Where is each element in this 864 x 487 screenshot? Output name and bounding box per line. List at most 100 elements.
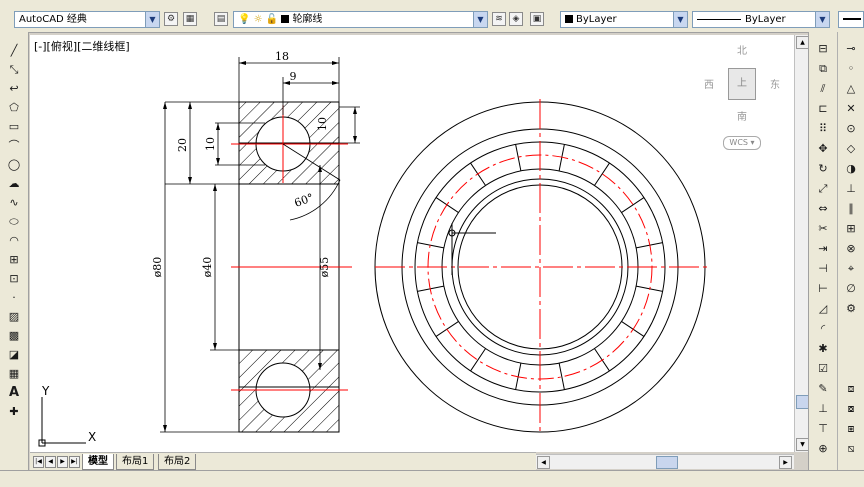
layer-dropdown[interactable]: 💡 ☼ 🔓 轮廓线 ▼ [233, 11, 488, 28]
roller-tick [621, 197, 645, 213]
linetype-value: ByLayer [745, 14, 786, 25]
chamfer-icon[interactable]: ◿ [814, 300, 832, 318]
bring-above-icon[interactable]: ⧆ [842, 420, 860, 438]
object-snap-icon[interactable]: ⊸ [842, 40, 860, 58]
snap-midpoint-icon[interactable]: △ [842, 80, 860, 98]
snap-none-icon[interactable]: ∅ [842, 280, 860, 298]
ellipse-icon[interactable]: ⬭ [5, 213, 23, 231]
dim-radius-icon[interactable]: ⊕ [814, 440, 832, 458]
drawing-canvas[interactable]: 18 9 20 10 10 60° ø80 ø40 ø55 Y X [30, 35, 794, 452]
add-selected-icon[interactable]: ✚ [5, 403, 23, 421]
dim-linear-icon[interactable]: ⊥ [814, 400, 832, 418]
polygon-icon[interactable]: ⬠ [5, 99, 23, 117]
viewcube-east[interactable]: 东 [770, 76, 780, 91]
stretch-icon[interactable]: ⇔ [814, 200, 832, 218]
snap-perpendicular-icon[interactable]: ⊥ [842, 180, 860, 198]
tab-layout2[interactable]: 布局2 [158, 454, 197, 470]
snap-center-icon[interactable]: ⊙ [842, 120, 860, 138]
layer-previous-icon[interactable]: ◈ [509, 12, 523, 26]
viewcube-north[interactable]: 北 [737, 42, 747, 57]
scale-icon[interactable]: ⤢ [814, 180, 832, 198]
draw-order-toolbar: ⊸ ◦ △ ✕ ⊙ ◇ ◑ ⊥ ∥ ⊞ ⊗ ⌖ ∅ ⚙ ⧈ ⧇ ⧆ ⧅ [837, 32, 864, 470]
bring-front-icon[interactable]: ⧈ [842, 380, 860, 398]
snap-nearest-icon[interactable]: ⌖ [842, 260, 860, 278]
ellipse-arc-icon[interactable]: ◠ [5, 232, 23, 250]
layer-value: 轮廓线 [292, 14, 323, 25]
drawing-area[interactable]: 18 9 20 10 10 60° ø80 ø40 ø55 Y X [30, 35, 794, 452]
break-icon[interactable]: ⊣ [814, 260, 832, 278]
viewcube-south[interactable]: 南 [737, 108, 747, 123]
offset-icon[interactable]: ⊏ [814, 100, 832, 118]
trim-icon[interactable]: ✂ [814, 220, 832, 238]
construction-line-icon[interactable]: ⤡ [5, 61, 23, 79]
layer-manager-icon[interactable]: ▤ [214, 12, 228, 26]
snap-insert-icon[interactable]: ⊞ [842, 220, 860, 238]
line-icon[interactable]: ╱ [5, 42, 23, 60]
table-icon[interactable]: ▦ [5, 365, 23, 383]
polyline-icon[interactable]: ↩ [5, 80, 23, 98]
send-back-icon[interactable]: ⧇ [842, 400, 860, 418]
osnap-settings-icon[interactable]: ⚙ [842, 300, 860, 318]
color-dropdown[interactable]: ByLayer ▼ [560, 11, 688, 28]
array-icon[interactable]: ⠿ [814, 120, 832, 138]
snap-tangent-icon[interactable]: ◑ [842, 160, 860, 178]
erase-icon[interactable]: ⊟ [814, 40, 832, 58]
viewcube-top-face[interactable]: 上 [728, 68, 756, 100]
horizontal-scrollbar[interactable]: ◀ ▶ [536, 454, 794, 469]
viewcube-west[interactable]: 西 [704, 76, 714, 91]
rotate-icon[interactable]: ↻ [814, 160, 832, 178]
roller-tick [558, 363, 565, 390]
snap-parallel-icon[interactable]: ∥ [842, 200, 860, 218]
properties-toolbar: AutoCAD 经典 ▼ ⚙ ▦ ▤ 💡 ☼ 🔓 轮廓线 ▼ ≋ ◈ ▣ ByL… [0, 0, 864, 33]
spline-icon[interactable]: ∿ [5, 194, 23, 212]
tab-layout1[interactable]: 布局1 [116, 454, 155, 470]
insert-block-icon[interactable]: ⊞ [5, 251, 23, 269]
make-current-icon[interactable]: ≋ [492, 12, 506, 26]
snap-intersection-icon[interactable]: ✕ [842, 100, 860, 118]
check-icon[interactable]: ☑ [814, 360, 832, 378]
workspace-dropdown[interactable]: AutoCAD 经典 ▼ [14, 11, 160, 28]
point-icon[interactable]: · [5, 289, 23, 307]
send-under-icon[interactable]: ⧅ [842, 440, 860, 458]
rectangle-icon[interactable]: ▭ [5, 118, 23, 136]
explode-icon[interactable]: ✱ [814, 340, 832, 358]
make-block-icon[interactable]: ⊡ [5, 270, 23, 288]
layer-state-icon[interactable]: ▣ [530, 12, 544, 26]
vertical-scrollbar[interactable]: ▲ ▼ [794, 35, 809, 452]
customize-icon[interactable]: ▦ [183, 12, 197, 26]
workspace-settings-icon[interactable]: ⚙ [164, 12, 178, 26]
mirror-icon[interactable]: ⫽ [814, 80, 832, 98]
copy-icon[interactable]: ⧉ [814, 60, 832, 78]
snap-endpoint-icon[interactable]: ◦ [842, 60, 860, 78]
multiline-text-icon[interactable]: A [5, 384, 23, 402]
revision-cloud-icon[interactable]: ☁ [5, 175, 23, 193]
modify-toolbar: ⊟ ⧉ ⫽ ⊏ ⠿ ✥ ↻ ⤢ ⇔ ✂ ⇥ ⊣ ⊢ ◿ ◜ ✱ ☑ ✎ ⊥ ⊤ … [808, 32, 838, 470]
arc-icon[interactable]: ⌒ [5, 137, 23, 155]
linetype-dropdown[interactable]: ByLayer ▼ [692, 11, 830, 28]
first-tab-icon[interactable]: |◀ [33, 456, 44, 468]
horizontal-scroll-thumb[interactable] [656, 456, 678, 469]
gradient-icon[interactable]: ▩ [5, 327, 23, 345]
wcs-menu[interactable]: WCS ▾ [723, 136, 761, 150]
snap-quadrant-icon[interactable]: ◇ [842, 140, 860, 158]
next-tab-icon[interactable]: ▶ [57, 456, 68, 468]
snap-node-icon[interactable]: ⊗ [842, 240, 860, 258]
fillet-icon[interactable]: ◜ [814, 320, 832, 338]
extend-icon[interactable]: ⇥ [814, 240, 832, 258]
hatch-icon[interactable]: ▨ [5, 308, 23, 326]
viewport-controls-label[interactable]: [-][俯视][二维线框] [34, 38, 130, 54]
last-tab-icon[interactable]: ▶| [69, 456, 80, 468]
move-icon[interactable]: ✥ [814, 140, 832, 158]
region-icon[interactable]: ◪ [5, 346, 23, 364]
roller-tick [594, 162, 610, 186]
join-icon[interactable]: ⊢ [814, 280, 832, 298]
tab-model[interactable]: 模型 [82, 454, 114, 470]
scroll-right-icon[interactable]: ▶ [779, 456, 792, 469]
circle-icon[interactable]: ◯ [5, 156, 23, 174]
pencil-icon[interactable]: ✎ [814, 380, 832, 398]
prev-tab-icon[interactable]: ◀ [45, 456, 56, 468]
scroll-left-icon[interactable]: ◀ [537, 456, 550, 469]
dim-aligned-icon[interactable]: ⊤ [814, 420, 832, 438]
lineweight-dropdown[interactable] [838, 11, 864, 28]
viewcube[interactable]: 北 西 东 南 上 WCS ▾ [700, 40, 790, 150]
